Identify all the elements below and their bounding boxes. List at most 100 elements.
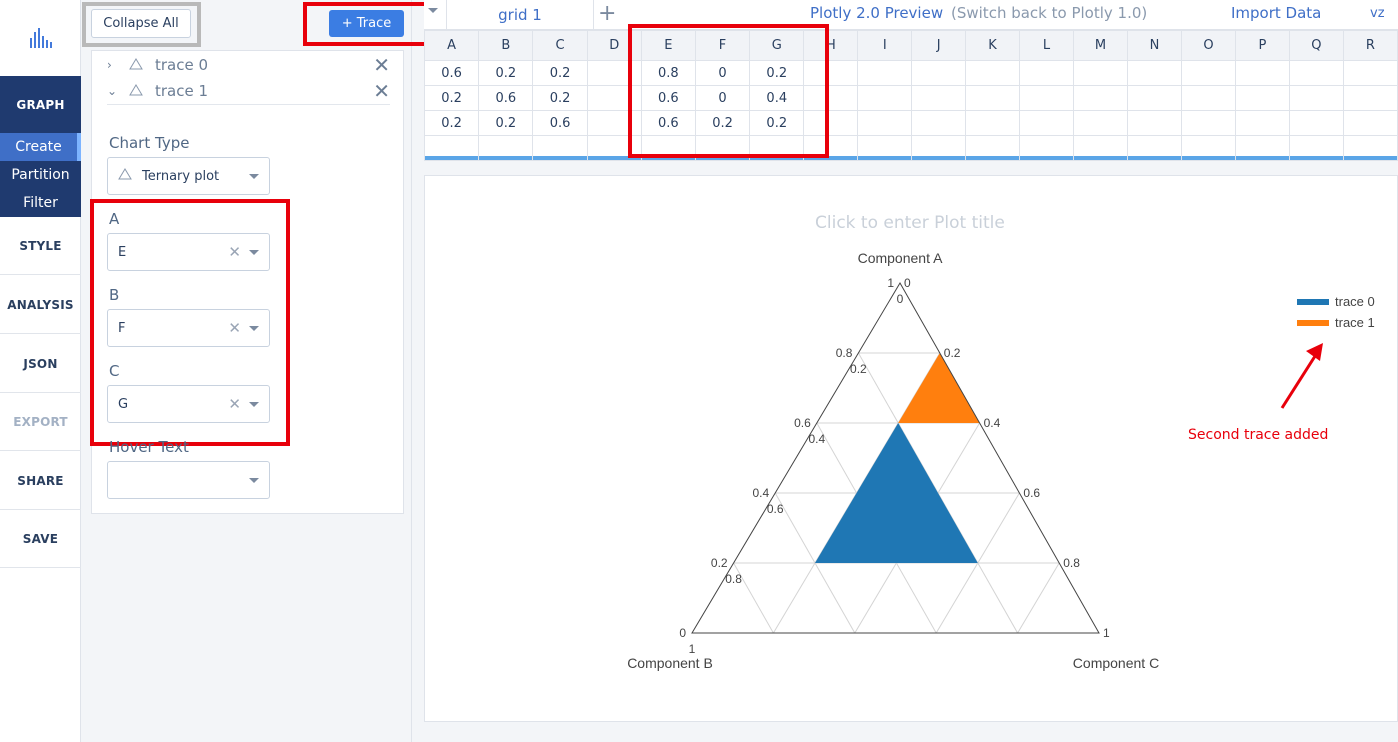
grid-cell[interactable] <box>1234 60 1290 86</box>
column-header[interactable]: C <box>532 30 588 61</box>
field-c-dropdown[interactable]: G ✕ <box>107 385 270 423</box>
field-b-dropdown[interactable]: F ✕ <box>107 309 270 347</box>
grid-cell[interactable] <box>1288 135 1344 161</box>
column-header[interactable]: N <box>1126 30 1182 61</box>
grid-cell[interactable] <box>857 85 913 111</box>
user-menu[interactable]: vz <box>1370 6 1385 21</box>
nav-style[interactable]: STYLE <box>0 217 81 275</box>
grid-cell[interactable] <box>1019 135 1074 161</box>
grid-cell[interactable] <box>857 135 913 161</box>
subnav-create[interactable]: Create <box>0 133 81 161</box>
field-a-label: A <box>109 210 120 228</box>
grid-cell[interactable] <box>1019 85 1074 111</box>
trace-row-0[interactable]: › trace 0 ✕ <box>107 51 390 78</box>
hover-text-dropdown[interactable] <box>107 461 270 499</box>
grid-cell[interactable] <box>965 85 1021 111</box>
delete-trace-icon[interactable]: ✕ <box>373 79 390 103</box>
add-grid-icon[interactable]: + <box>598 1 616 26</box>
grid-cell[interactable] <box>1234 85 1290 111</box>
grid-cell[interactable] <box>532 135 588 161</box>
grid-cell[interactable] <box>911 135 967 161</box>
add-trace-button[interactable]: + Trace <box>329 10 404 37</box>
grid-cell[interactable]: 0.6 <box>423 60 480 86</box>
plotly-logo[interactable] <box>0 0 81 76</box>
grid-cell[interactable] <box>1126 135 1182 161</box>
import-data-link[interactable]: Import Data <box>1231 4 1321 22</box>
collapse-all-button[interactable]: Collapse All <box>91 9 191 38</box>
grid-cell[interactable] <box>1072 60 1128 86</box>
grid-cell[interactable] <box>1072 110 1128 136</box>
grid-cell[interactable] <box>1180 135 1236 161</box>
grid-cell[interactable] <box>911 85 967 111</box>
clear-icon[interactable]: ✕ <box>228 243 241 261</box>
grid-cell[interactable] <box>1288 85 1344 111</box>
column-header[interactable]: P <box>1234 30 1290 61</box>
switch-back-link[interactable]: (Switch back to Plotly 1.0) <box>951 4 1147 22</box>
grid-cell[interactable] <box>965 110 1021 136</box>
tab-grid[interactable]: grid 1 <box>446 0 594 30</box>
nav-save[interactable]: SAVE <box>0 510 81 568</box>
nav-json[interactable]: JSON <box>0 335 81 393</box>
grid-cell[interactable]: 0.2 <box>423 110 480 136</box>
grid-cell[interactable] <box>1288 110 1344 136</box>
grid-cell[interactable] <box>1342 110 1398 136</box>
subnav-filter[interactable]: Filter <box>0 189 81 217</box>
grid-cell[interactable]: 0.2 <box>423 85 480 111</box>
grid-cell[interactable]: 0.6 <box>532 110 588 136</box>
grid-cell[interactable] <box>1288 60 1344 86</box>
grid-cell[interactable]: 0.2 <box>532 85 588 111</box>
column-header[interactable]: B <box>478 30 534 61</box>
grid-cell[interactable] <box>1180 60 1236 86</box>
chevron-down-icon: ⌄ <box>107 84 118 98</box>
grid-cell[interactable] <box>1342 60 1398 86</box>
grid-cell[interactable] <box>1072 135 1128 161</box>
grid-cell[interactable]: 0.2 <box>478 110 534 136</box>
subnav-partition[interactable]: Partition <box>0 161 81 189</box>
chart-type-dropdown[interactable]: Ternary plot <box>107 157 270 195</box>
preview-link[interactable]: Plotly 2.0 Preview <box>810 4 943 22</box>
grid-cell[interactable] <box>1019 110 1074 136</box>
grid-cell[interactable] <box>1072 85 1128 111</box>
grid-cell[interactable] <box>1234 110 1290 136</box>
column-header[interactable]: A <box>423 30 480 61</box>
nav-graph[interactable]: GRAPH <box>0 76 81 133</box>
field-c-label: C <box>109 362 120 380</box>
trace-row-1[interactable]: ⌄ trace 1 ✕ <box>107 78 390 105</box>
grid-cell[interactable] <box>1126 110 1182 136</box>
grid-cell[interactable] <box>911 110 967 136</box>
grid-cell[interactable] <box>1126 60 1182 86</box>
grid-cell[interactable] <box>1180 110 1236 136</box>
nav-export[interactable]: EXPORT <box>0 393 81 451</box>
grid-cell[interactable] <box>965 60 1021 86</box>
grid-cell[interactable] <box>1342 85 1398 111</box>
grid-cell[interactable] <box>857 60 913 86</box>
column-header[interactable]: L <box>1019 30 1074 61</box>
grid-cell[interactable] <box>857 110 913 136</box>
clear-icon[interactable]: ✕ <box>228 395 241 413</box>
chevron-down-icon[interactable] <box>428 8 438 13</box>
grid-cell[interactable] <box>423 135 480 161</box>
column-header[interactable]: J <box>911 30 967 61</box>
grid-cell[interactable] <box>1019 60 1074 86</box>
grid-cell[interactable]: 0.6 <box>478 85 534 111</box>
column-header[interactable]: O <box>1180 30 1236 61</box>
grid-cell[interactable] <box>1126 85 1182 111</box>
delete-trace-icon[interactable]: ✕ <box>373 53 390 77</box>
grid-cell[interactable] <box>965 135 1021 161</box>
column-header[interactable]: K <box>965 30 1021 61</box>
field-a-dropdown[interactable]: E ✕ <box>107 233 270 271</box>
grid-cell[interactable] <box>1342 135 1398 161</box>
column-header[interactable]: I <box>857 30 913 61</box>
clear-icon[interactable]: ✕ <box>228 319 241 337</box>
nav-share[interactable]: SHARE <box>0 452 81 510</box>
column-header[interactable]: R <box>1342 30 1398 61</box>
grid-cell[interactable] <box>1234 135 1290 161</box>
grid-cell[interactable] <box>911 60 967 86</box>
grid-cell[interactable] <box>478 135 534 161</box>
grid-cell[interactable]: 0.2 <box>532 60 588 86</box>
column-header[interactable]: Q <box>1288 30 1344 61</box>
grid-cell[interactable]: 0.2 <box>478 60 534 86</box>
column-header[interactable]: M <box>1072 30 1128 61</box>
nav-analysis[interactable]: ANALYSIS <box>0 276 81 334</box>
grid-cell[interactable] <box>1180 85 1236 111</box>
